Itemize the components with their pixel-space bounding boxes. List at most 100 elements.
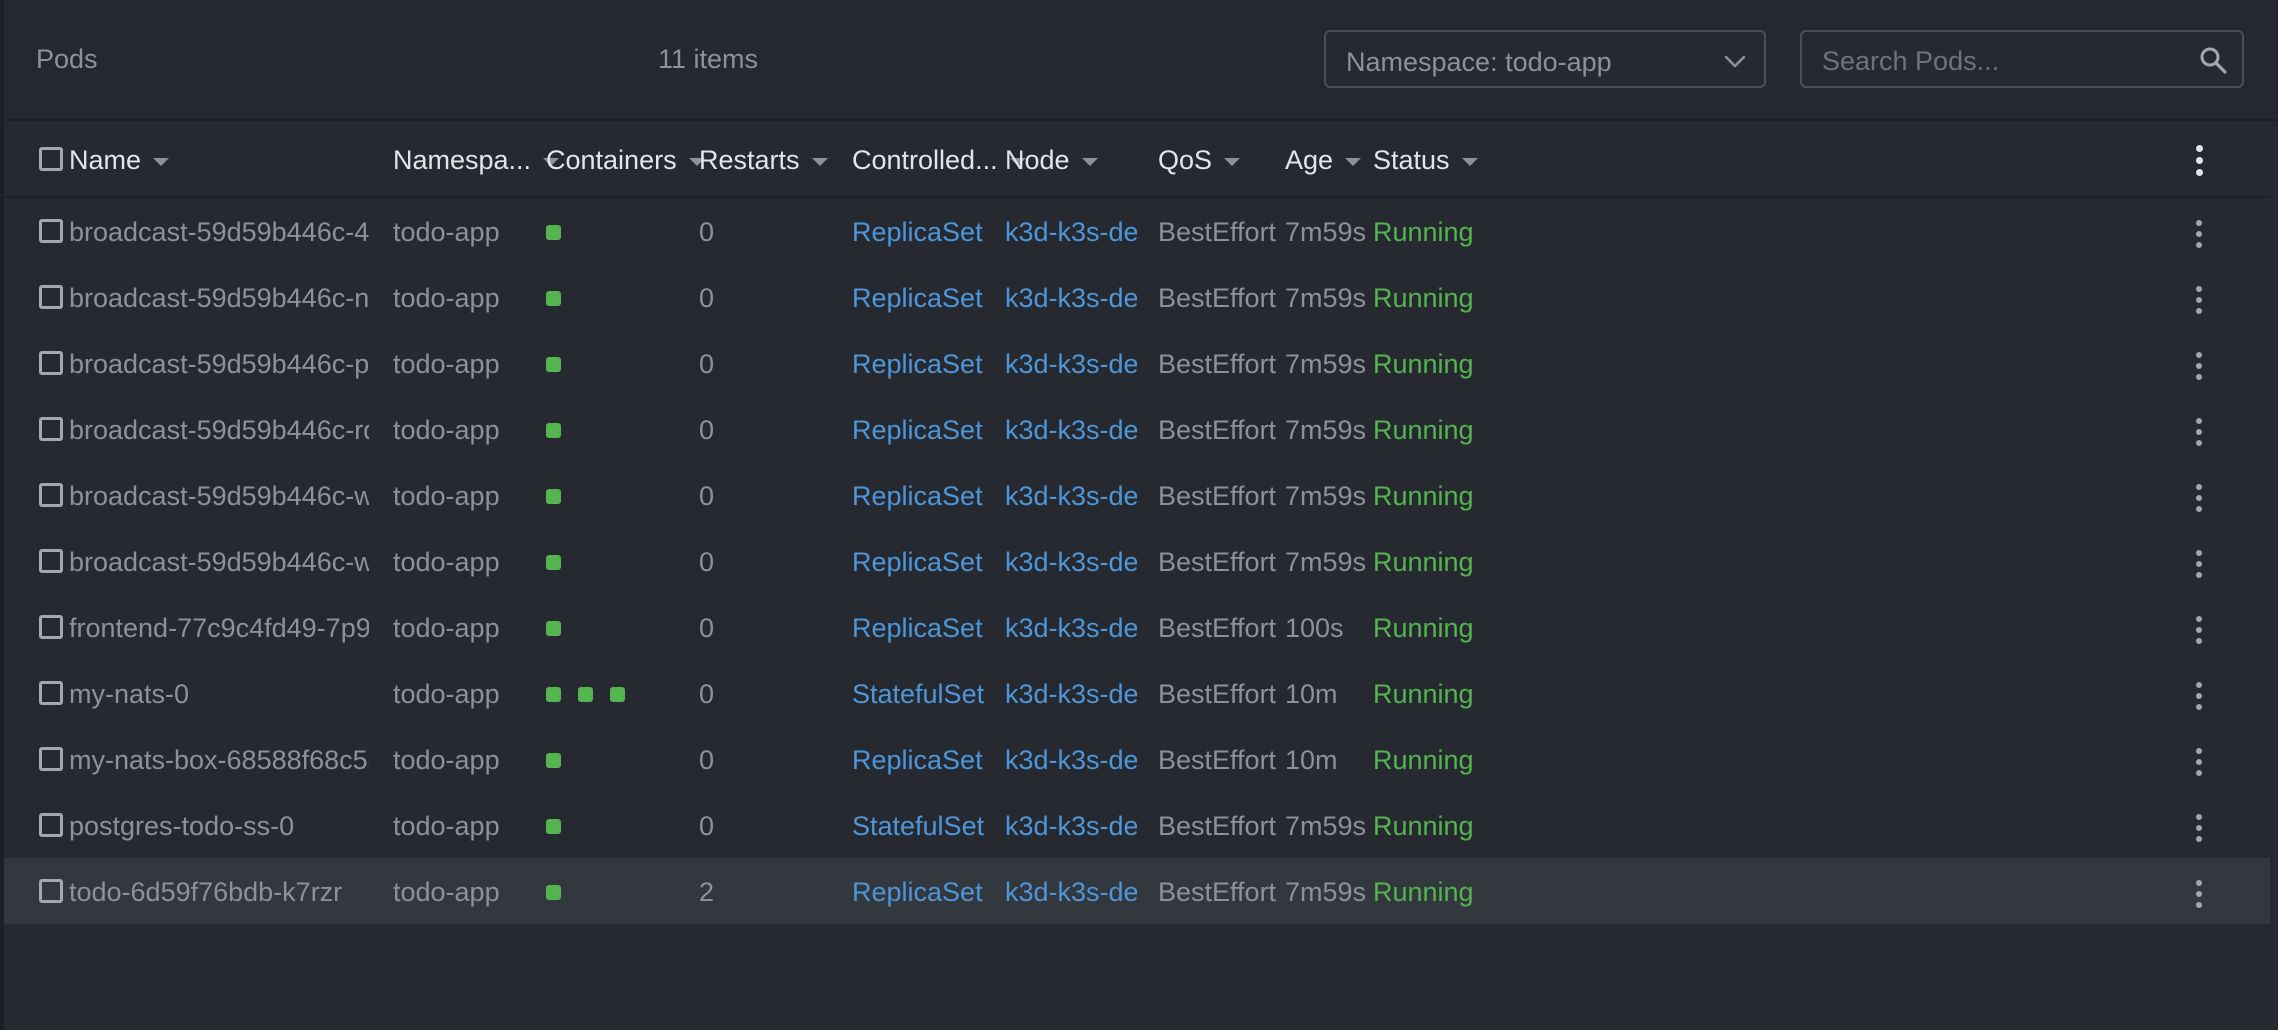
row-checkbox[interactable] [39, 483, 63, 507]
pod-name[interactable]: todo-6d59f76bdb-k7rzr [69, 877, 369, 908]
node-link[interactable]: k3d-k3s-default [1005, 481, 1137, 512]
controlled-by-link[interactable]: ReplicaSet [852, 415, 992, 446]
row-checkbox[interactable] [39, 285, 63, 309]
container-ready-indicator[interactable] [546, 687, 561, 702]
column-header-age[interactable]: Age [1285, 145, 1362, 176]
table-row[interactable]: my-nats-box-68588f68c5-wlp... todo-app 0 Re… [4, 726, 2270, 792]
column-header-controlled-by[interactable]: Controlled... [852, 145, 1026, 176]
container-ready-indicator[interactable] [546, 357, 561, 372]
pod-name[interactable]: my-nats-box-68588f68c5-wlp... [69, 745, 369, 776]
container-ready-indicator[interactable] [546, 819, 561, 834]
table-row[interactable]: broadcast-59d59b446c-p9kjf todo-app 0 Repli… [4, 330, 2270, 396]
row-menu-icon[interactable] [2194, 880, 2204, 908]
container-ready-indicator[interactable] [546, 621, 561, 636]
table-row[interactable]: broadcast-59d59b446c-wctzr todo-app 0 Repli… [4, 462, 2270, 528]
controlled-by-link[interactable]: ReplicaSet [852, 745, 992, 776]
containers-status [546, 423, 561, 438]
row-menu-icon[interactable] [2194, 286, 2204, 314]
table-row[interactable]: broadcast-59d59b446c-rd8ps todo-app 0 Repli… [4, 396, 2270, 462]
pod-status: Running [1373, 415, 1474, 445]
container-ready-indicator[interactable] [546, 225, 561, 240]
namespace-select[interactable]: Namespace: todo-app [1324, 30, 1766, 88]
node-link[interactable]: k3d-k3s-default [1005, 349, 1137, 380]
table-body: broadcast-59d59b446c-4c2k... todo-app 0 Rep… [4, 198, 2270, 924]
column-header-name[interactable]: Name [69, 145, 170, 176]
node-link[interactable]: k3d-k3s-default [1005, 283, 1137, 314]
pod-name[interactable]: frontend-77c9c4fd49-7p99p [69, 613, 369, 644]
container-ready-indicator[interactable] [578, 687, 593, 702]
node-link[interactable]: k3d-k3s-default [1005, 217, 1137, 248]
table-row[interactable]: my-nats-0 todo-app 0 StatefulSet k3d-k3s-def… [4, 660, 2270, 726]
row-checkbox[interactable] [39, 549, 63, 573]
pod-name[interactable]: broadcast-59d59b446c-rd8ps [69, 415, 369, 446]
column-header-status[interactable]: Status [1373, 145, 1478, 176]
node-link[interactable]: k3d-k3s-default [1005, 679, 1137, 710]
pod-name[interactable]: broadcast-59d59b446c-nbgt4 [69, 283, 369, 314]
row-checkbox[interactable] [39, 615, 63, 639]
controlled-by-link[interactable]: ReplicaSet [852, 613, 992, 644]
table-row[interactable]: broadcast-59d59b446c-wtqn6 todo-app 0 Repli… [4, 528, 2270, 594]
controlled-by-link[interactable]: ReplicaSet [852, 547, 992, 578]
table-row[interactable]: frontend-77c9c4fd49-7p99p todo-app 0 Replic… [4, 594, 2270, 660]
container-ready-indicator[interactable] [546, 291, 561, 306]
pod-name[interactable]: broadcast-59d59b446c-wtqn6 [69, 547, 369, 578]
row-menu-icon[interactable] [2194, 220, 2204, 248]
column-header-restarts[interactable]: Restarts [699, 145, 828, 176]
row-checkbox[interactable] [39, 219, 63, 243]
container-ready-indicator[interactable] [546, 423, 561, 438]
columns-menu-icon[interactable] [2194, 145, 2204, 176]
node-link[interactable]: k3d-k3s-default [1005, 613, 1137, 644]
search-icon[interactable] [2198, 45, 2228, 75]
row-menu-icon[interactable] [2194, 814, 2204, 842]
table-row[interactable]: todo-6d59f76bdb-k7rzr todo-app 2 ReplicaSet… [4, 858, 2270, 924]
row-menu-icon[interactable] [2194, 616, 2204, 644]
row-menu-icon[interactable] [2194, 682, 2204, 710]
row-checkbox[interactable] [39, 879, 63, 903]
row-checkbox[interactable] [39, 813, 63, 837]
node-link[interactable]: k3d-k3s-default [1005, 547, 1137, 578]
table-row[interactable]: broadcast-59d59b446c-4c2k... todo-app 0 Rep… [4, 198, 2270, 264]
controlled-by-link[interactable]: ReplicaSet [852, 481, 992, 512]
pod-age: 7m59s [1285, 481, 1367, 511]
pod-name[interactable]: postgres-todo-ss-0 [69, 811, 369, 842]
container-ready-indicator[interactable] [546, 489, 561, 504]
column-label: Namespa... [393, 145, 532, 175]
row-checkbox[interactable] [39, 351, 63, 375]
row-menu-icon[interactable] [2194, 484, 2204, 512]
column-header-node[interactable]: Node [1005, 145, 1098, 176]
row-checkbox[interactable] [39, 681, 63, 705]
node-link[interactable]: k3d-k3s-default [1005, 877, 1137, 908]
pod-name[interactable]: my-nats-0 [69, 679, 369, 710]
row-checkbox[interactable] [39, 747, 63, 771]
container-ready-indicator[interactable] [610, 687, 625, 702]
pod-name[interactable]: broadcast-59d59b446c-wctzr [69, 481, 369, 512]
controlled-by-link[interactable]: StatefulSet [852, 679, 992, 710]
node-link[interactable]: k3d-k3s-default [1005, 415, 1137, 446]
node-link[interactable]: k3d-k3s-default [1005, 745, 1137, 776]
search-input[interactable] [1820, 42, 2184, 80]
row-menu-icon[interactable] [2194, 748, 2204, 776]
container-ready-indicator[interactable] [546, 885, 561, 900]
row-menu-icon[interactable] [2194, 550, 2204, 578]
controlled-by-link[interactable]: ReplicaSet [852, 877, 992, 908]
controlled-by-link[interactable]: ReplicaSet [852, 217, 992, 248]
column-header-containers[interactable]: Containers [546, 145, 705, 176]
container-ready-indicator[interactable] [546, 753, 561, 768]
row-checkbox[interactable] [39, 417, 63, 441]
pod-status: Running [1373, 877, 1474, 907]
controlled-by-link[interactable]: StatefulSet [852, 811, 992, 842]
container-ready-indicator[interactable] [546, 555, 561, 570]
table-row[interactable]: postgres-todo-ss-0 todo-app 0 StatefulSet k3… [4, 792, 2270, 858]
node-link[interactable]: k3d-k3s-default [1005, 811, 1137, 842]
controlled-by-link[interactable]: ReplicaSet [852, 349, 992, 380]
pod-name[interactable]: broadcast-59d59b446c-4c2k... [69, 217, 369, 248]
controlled-by-link[interactable]: ReplicaSet [852, 283, 992, 314]
pod-age: 7m59s [1285, 877, 1367, 907]
row-menu-icon[interactable] [2194, 352, 2204, 380]
column-header-namespace[interactable]: Namespa... [393, 145, 560, 176]
select-all-checkbox[interactable] [39, 147, 63, 171]
pod-name[interactable]: broadcast-59d59b446c-p9kjf [69, 349, 369, 380]
row-menu-icon[interactable] [2194, 418, 2204, 446]
column-header-qos[interactable]: QoS [1158, 145, 1241, 176]
table-row[interactable]: broadcast-59d59b446c-nbgt4 todo-app 0 Repli… [4, 264, 2270, 330]
